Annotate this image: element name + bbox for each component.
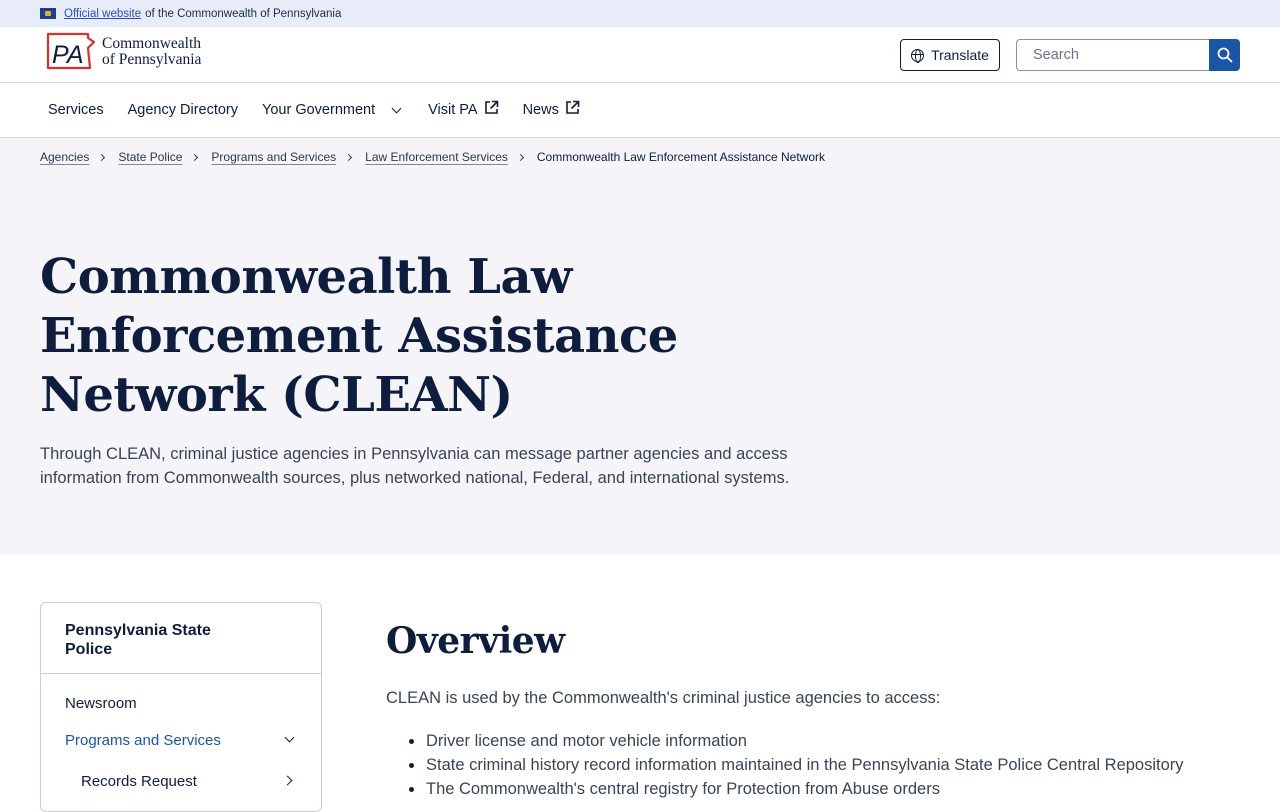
official-website-banner: Official website of the Commonwealth of … [0,0,1280,27]
list-item: State criminal history record informatio… [409,753,1184,777]
breadcrumb: Agencies State Police Programs and Servi… [40,150,825,164]
page-title: Commonwealth Law Enforcement Assistance … [40,249,678,423]
pa-flag-icon [40,8,56,19]
nav-item-your-government[interactable]: Your Government [262,102,402,118]
logo-line-2: of Pennsylvania [102,51,202,68]
nav-item-label: Services [48,102,104,118]
breadcrumb-link-agencies[interactable]: Agencies [40,150,89,164]
chevron-right-icon[interactable] [282,775,293,786]
commonwealth-logo[interactable]: PA Commonwealth of Pennsylvania [44,32,201,72]
search-icon [1217,47,1232,63]
translate-button[interactable]: Translate [900,39,1000,71]
overview-intro: CLEAN is used by the Commonwealth's crim… [386,689,941,707]
breadcrumb-link-programs-and-services[interactable]: Programs and Services [211,150,336,164]
overview-heading: Overview [386,620,565,662]
globe-icon [911,48,925,63]
chevron-right-icon [516,153,524,161]
external-link-icon [484,100,498,114]
chevron-right-icon [191,153,199,161]
nav-item-services[interactable]: Services [48,102,104,118]
chevron-down-icon [391,103,402,113]
hero-section: Agencies State Police Programs and Servi… [0,138,1280,554]
logo-mark-text: PA [52,41,84,69]
nav-item-label: Visit PA [428,102,478,118]
chevron-down-icon[interactable] [284,732,295,743]
nav-item-label: Your Government [262,102,376,118]
breadcrumb-link-state-police[interactable]: State Police [118,150,182,164]
nav-item-label: News [522,102,559,118]
sidebar-item-programs-and-services[interactable]: Programs and Services [65,732,221,749]
page-description: Through CLEAN, criminal justice agencies… [40,445,790,487]
translate-label: Translate [931,47,989,63]
nav-item-news[interactable]: News [522,100,580,118]
sidebar-item-records-request[interactable]: Records Request [81,773,197,790]
official-banner-text: of the Commonwealth of Pennsylvania [145,7,342,20]
sidebar-navigation: Pennsylvania State Police Newsroom Progr… [40,602,322,812]
sidebar-title[interactable]: Pennsylvania State Police [41,603,321,674]
chevron-right-icon [98,153,106,161]
pa-logo-icon: PA [44,32,96,72]
overview-list: Driver license and motor vehicle informa… [409,729,1184,801]
sidebar-item-newsroom[interactable]: Newsroom [65,695,137,712]
breadcrumb-current: Commonwealth Law Enforcement Assistance … [536,150,825,164]
logo-line-1: Commonwealth [102,35,202,52]
external-link-icon [566,100,580,114]
search-button[interactable] [1209,39,1240,71]
logo-wordmark: Commonwealth of Pennsylvania [102,36,201,68]
list-item: Driver license and motor vehicle informa… [409,729,1184,753]
official-website-link[interactable]: Official website [64,8,141,20]
main-navigation: Services Agency Directory Your Governmen… [0,83,1280,138]
sidebar-title-text: Pennsylvania State Police [65,622,211,658]
search-form [1016,39,1240,71]
list-item: The Commonwealth's central registry for … [409,777,1184,801]
search-input[interactable] [1016,39,1209,71]
breadcrumb-link-law-enforcement-services[interactable]: Law Enforcement Services [365,150,508,164]
nav-item-label: Agency Directory [127,102,239,118]
site-header: PA Commonwealth of Pennsylvania Translat… [0,27,1280,83]
nav-item-agency-directory[interactable]: Agency Directory [128,102,238,118]
nav-item-visit-pa[interactable]: Visit PA [428,100,498,118]
chevron-right-icon [345,153,353,161]
